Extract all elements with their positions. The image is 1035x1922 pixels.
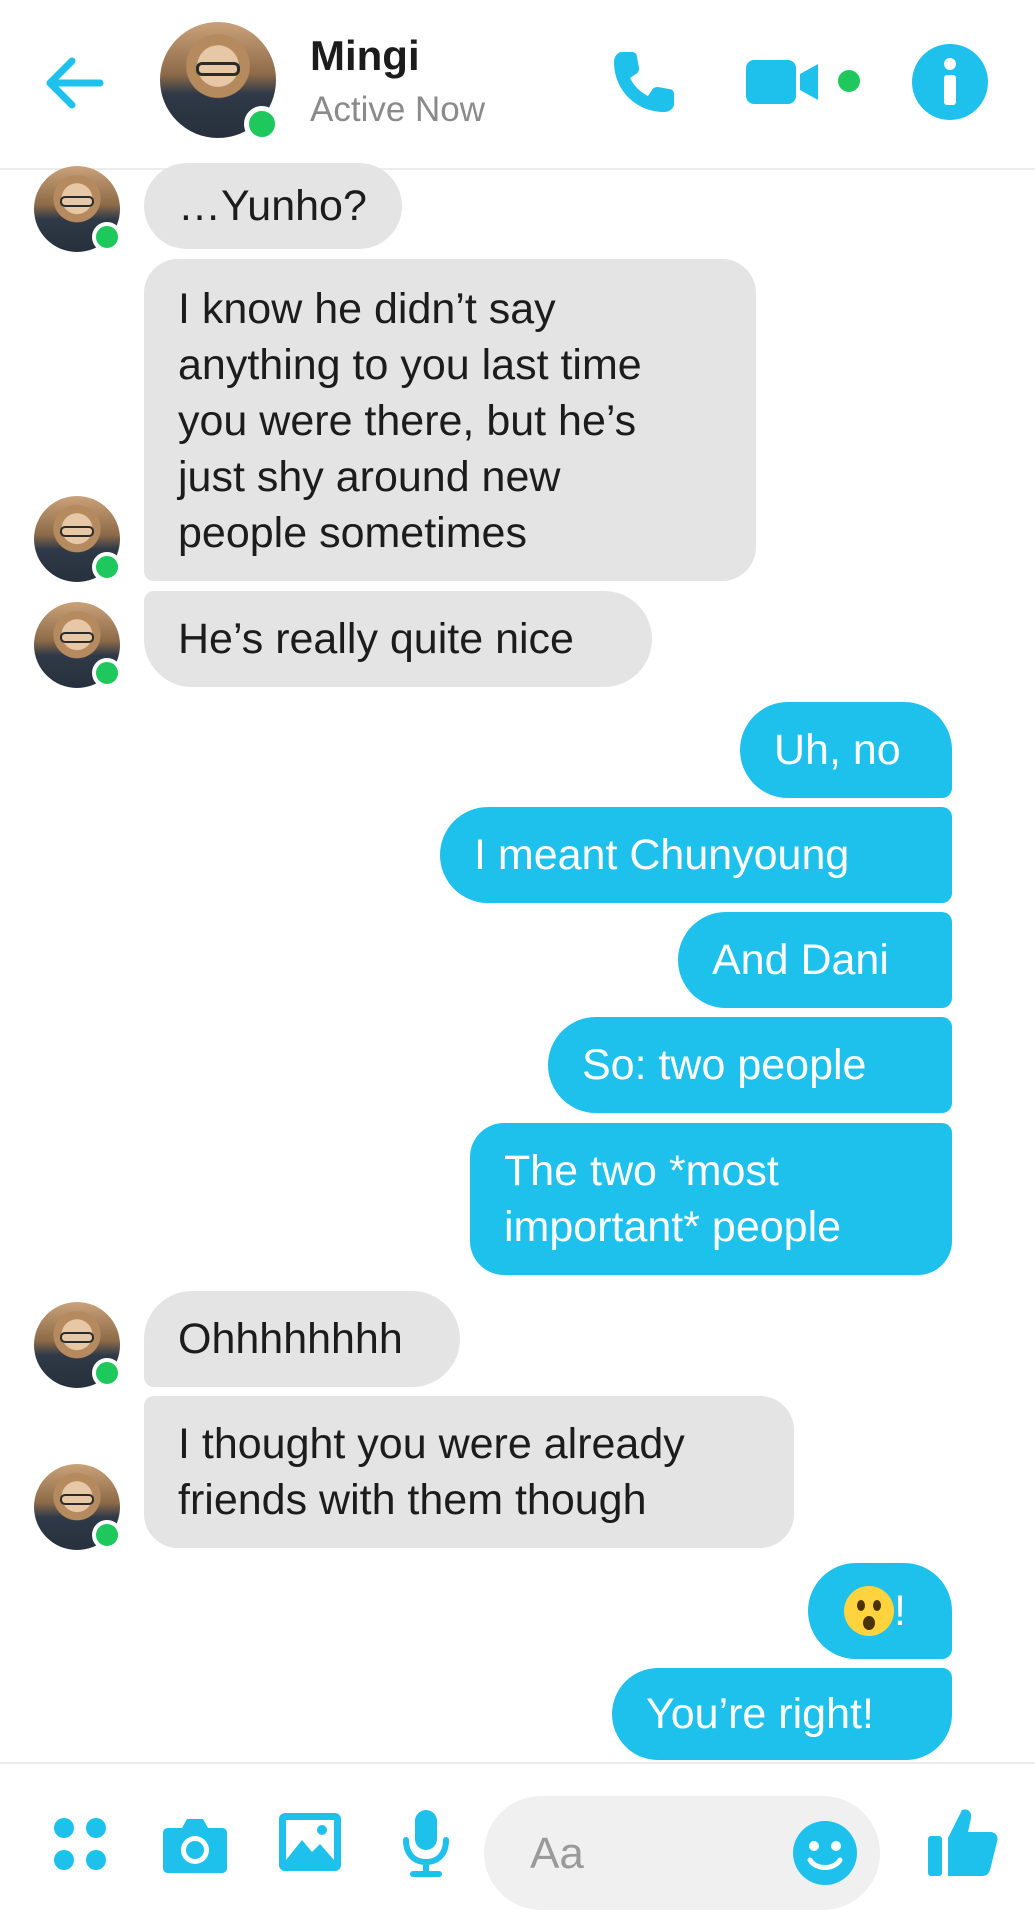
microphone-icon[interactable]	[402, 1808, 450, 1878]
avatar-glasses	[60, 196, 94, 207]
incoming-message[interactable]: I know he didn’t say anything to you las…	[144, 259, 756, 581]
message-text: You’re right!	[646, 1690, 874, 1738]
emoji-mouth	[863, 1615, 875, 1630]
online-indicator	[92, 1520, 122, 1550]
outgoing-message[interactable]: And Dani	[678, 912, 952, 1008]
video-camera-icon[interactable]	[746, 58, 820, 106]
avatar-glasses	[60, 1332, 94, 1343]
thumbs-up-icon[interactable]	[926, 1804, 1000, 1878]
smiley-icon[interactable]	[790, 1818, 860, 1888]
outgoing-message[interactable]: So: two people	[548, 1017, 952, 1113]
message-text: important* people	[504, 1203, 842, 1251]
gallery-icon[interactable]	[278, 1812, 342, 1872]
apps-grid-icon[interactable]	[52, 1816, 108, 1872]
incoming-message[interactable]: …Yunho?	[144, 163, 402, 249]
message-text: !	[894, 1587, 906, 1635]
message-input[interactable]	[528, 1820, 772, 1888]
camera-icon[interactable]	[162, 1814, 228, 1874]
avatar-glasses	[60, 1494, 94, 1505]
avatar-glasses	[60, 632, 94, 643]
outgoing-message[interactable]: You’re right!	[612, 1668, 952, 1760]
message-input-box[interactable]	[484, 1796, 880, 1910]
message-text: Ohhhhhhhh	[178, 1315, 403, 1363]
video-online-dot	[838, 70, 860, 92]
active-status: Active Now	[310, 90, 486, 129]
incoming-message[interactable]: He’s really quite nice	[144, 591, 652, 687]
message-text: And Dani	[712, 936, 889, 984]
online-indicator	[92, 1358, 122, 1388]
message-thread: …Yunho? I know he didn’t say anything to…	[0, 0, 1035, 1920]
message-text: friends with them though	[178, 1476, 647, 1524]
outgoing-message[interactable]: I meant Chunyoung	[440, 807, 952, 903]
back-arrow-icon[interactable]	[40, 48, 110, 118]
avatar-glasses	[196, 62, 240, 76]
message-text: I know he didn’t say	[178, 285, 556, 333]
info-icon[interactable]	[910, 42, 990, 122]
message-text: I meant Chunyoung	[474, 831, 850, 879]
message-text: I thought you were already	[178, 1420, 685, 1468]
message-text: Uh, no	[774, 726, 901, 774]
incoming-message[interactable]: Ohhhhhhhh	[144, 1291, 460, 1387]
message-text: you were there, but he’s	[178, 397, 637, 445]
message-text: anything to you last time	[178, 341, 642, 389]
outgoing-message[interactable]: Uh, no	[740, 702, 952, 798]
message-text: people sometimes	[178, 509, 527, 557]
phone-icon[interactable]	[608, 46, 680, 118]
online-indicator	[244, 106, 280, 142]
online-indicator	[92, 552, 122, 582]
avatar-glasses	[60, 526, 94, 537]
contact-name[interactable]: Mingi	[310, 32, 420, 80]
message-text: So: two people	[582, 1041, 867, 1089]
online-indicator	[92, 222, 122, 252]
message-composer	[0, 1762, 1035, 1922]
chat-header: Mingi Active Now	[0, 0, 1035, 170]
hushed-face-emoji	[844, 1585, 894, 1636]
online-indicator	[92, 658, 122, 688]
message-text: He’s really quite nice	[178, 615, 574, 663]
outgoing-message[interactable]: The two *most important* people	[470, 1123, 952, 1275]
message-text: just shy around new	[178, 453, 561, 501]
incoming-message[interactable]: I thought you were already friends with …	[144, 1396, 794, 1548]
message-text: The two *most	[504, 1147, 779, 1195]
message-text: …Yunho?	[178, 182, 367, 230]
outgoing-message[interactable]: !	[808, 1563, 952, 1659]
